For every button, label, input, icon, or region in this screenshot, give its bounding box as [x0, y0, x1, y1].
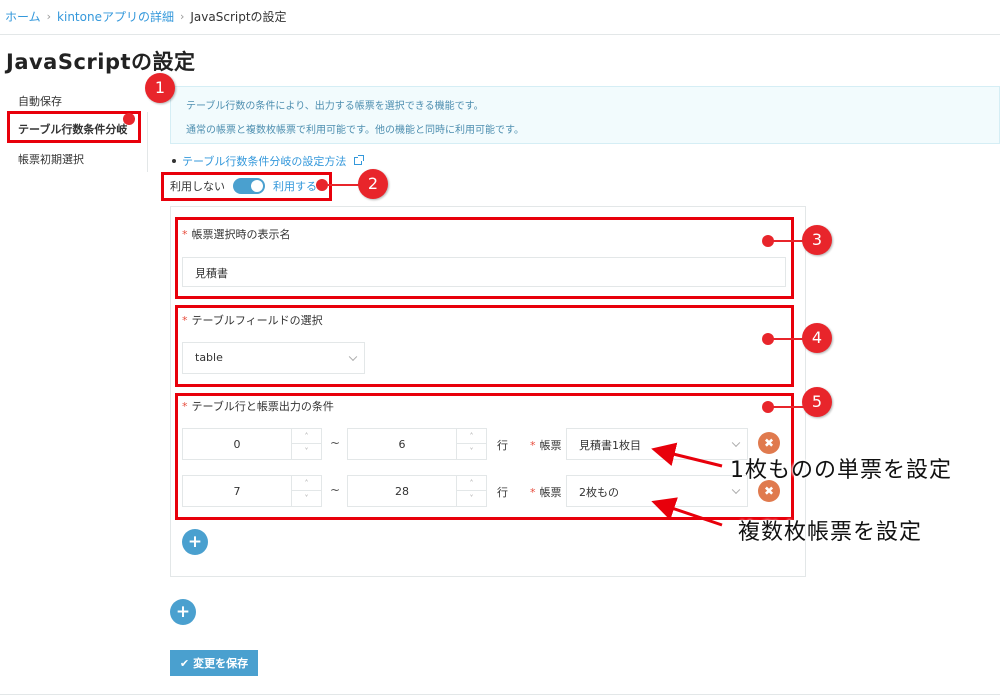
arrow-to-row1 [651, 442, 723, 468]
annotation-arrows [651, 442, 723, 527]
annotation-single-form: 1枚ものの単票を設定 [730, 458, 952, 483]
arrow-to-row2 [651, 497, 723, 527]
annotation-multi-form: 複数枚帳票を設定 [738, 520, 923, 545]
